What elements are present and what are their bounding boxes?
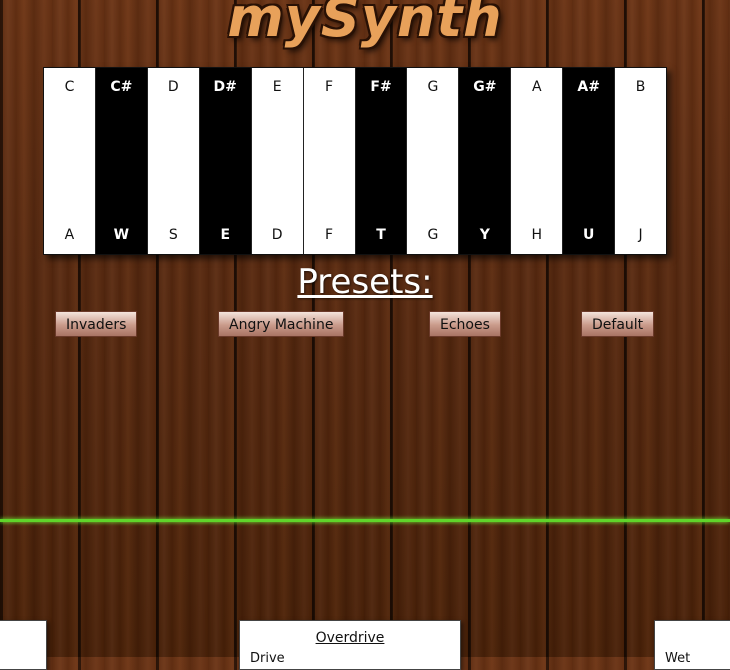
preset-echoes-button[interactable]: Echoes — [429, 311, 501, 337]
piano-key-g-sharp[interactable]: G# Y — [459, 68, 512, 254]
key-note-label: D# — [213, 79, 237, 95]
key-shortcut-label: A — [64, 227, 75, 243]
oscilloscope-line — [0, 519, 730, 522]
preset-default-button[interactable]: Default — [581, 311, 655, 337]
key-note-label: A# — [577, 79, 600, 95]
key-shortcut-label: G — [427, 227, 439, 243]
key-note-label: G — [427, 79, 439, 95]
key-note-label: F — [325, 79, 334, 95]
key-note-label: F# — [370, 79, 392, 95]
piano-key-a-sharp[interactable]: A# U — [563, 68, 616, 254]
piano-key-g[interactable]: GG — [407, 68, 460, 254]
key-shortcut-label: J — [638, 227, 643, 243]
left-effect-panel — [0, 620, 47, 670]
key-note-label: G# — [473, 79, 497, 95]
key-shortcut-label: D — [271, 227, 283, 243]
key-shortcut-label: Y — [479, 227, 490, 243]
presets-heading: Presets: — [297, 262, 433, 302]
key-note-label: C# — [110, 79, 133, 95]
key-shortcut-label: U — [582, 227, 595, 243]
piano-key-a[interactable]: AH — [511, 68, 564, 254]
overdrive-title: Overdrive — [315, 630, 385, 646]
app-logo: mySynth — [0, 0, 730, 58]
piano-keyboard: C A C# W D S D# E E D F F F# T G G G# Y A H A# U B J — [43, 67, 667, 255]
key-note-label: C — [64, 79, 75, 95]
piano-key-d[interactable]: DS — [147, 68, 200, 254]
key-shortcut-label: T — [376, 227, 386, 243]
key-shortcut-label: F — [325, 227, 334, 243]
key-note-label: D — [167, 79, 179, 95]
key-shortcut-label: W — [113, 227, 130, 243]
key-note-label: A — [531, 79, 542, 95]
preset-invaders-button[interactable]: Invaders — [55, 311, 138, 337]
key-note-label: E — [272, 79, 282, 95]
key-note-label: B — [635, 79, 646, 95]
right-effect-panel: Wet — [654, 620, 730, 670]
overdrive-panel: Overdrive Drive — [239, 620, 461, 670]
piano-key-c-sharp[interactable]: C# W — [95, 68, 148, 254]
wet-label: Wet — [665, 651, 691, 666]
piano-key-d-sharp[interactable]: D# E — [199, 68, 252, 254]
piano-key-f-sharp[interactable]: F# T — [355, 68, 408, 254]
key-shortcut-label: E — [220, 227, 231, 243]
piano-key-f[interactable]: FF — [303, 68, 356, 254]
piano-key-c[interactable]: CA — [44, 68, 96, 254]
preset-angry-machine-button[interactable]: Angry Machine — [218, 311, 345, 337]
logo-text: mySynth — [227, 0, 503, 49]
drive-label: Drive — [250, 651, 285, 666]
piano-key-e[interactable]: ED — [251, 68, 304, 254]
key-shortcut-label: H — [531, 227, 543, 243]
key-shortcut-label: S — [168, 227, 178, 243]
piano-key-b[interactable]: BJ — [615, 68, 667, 254]
